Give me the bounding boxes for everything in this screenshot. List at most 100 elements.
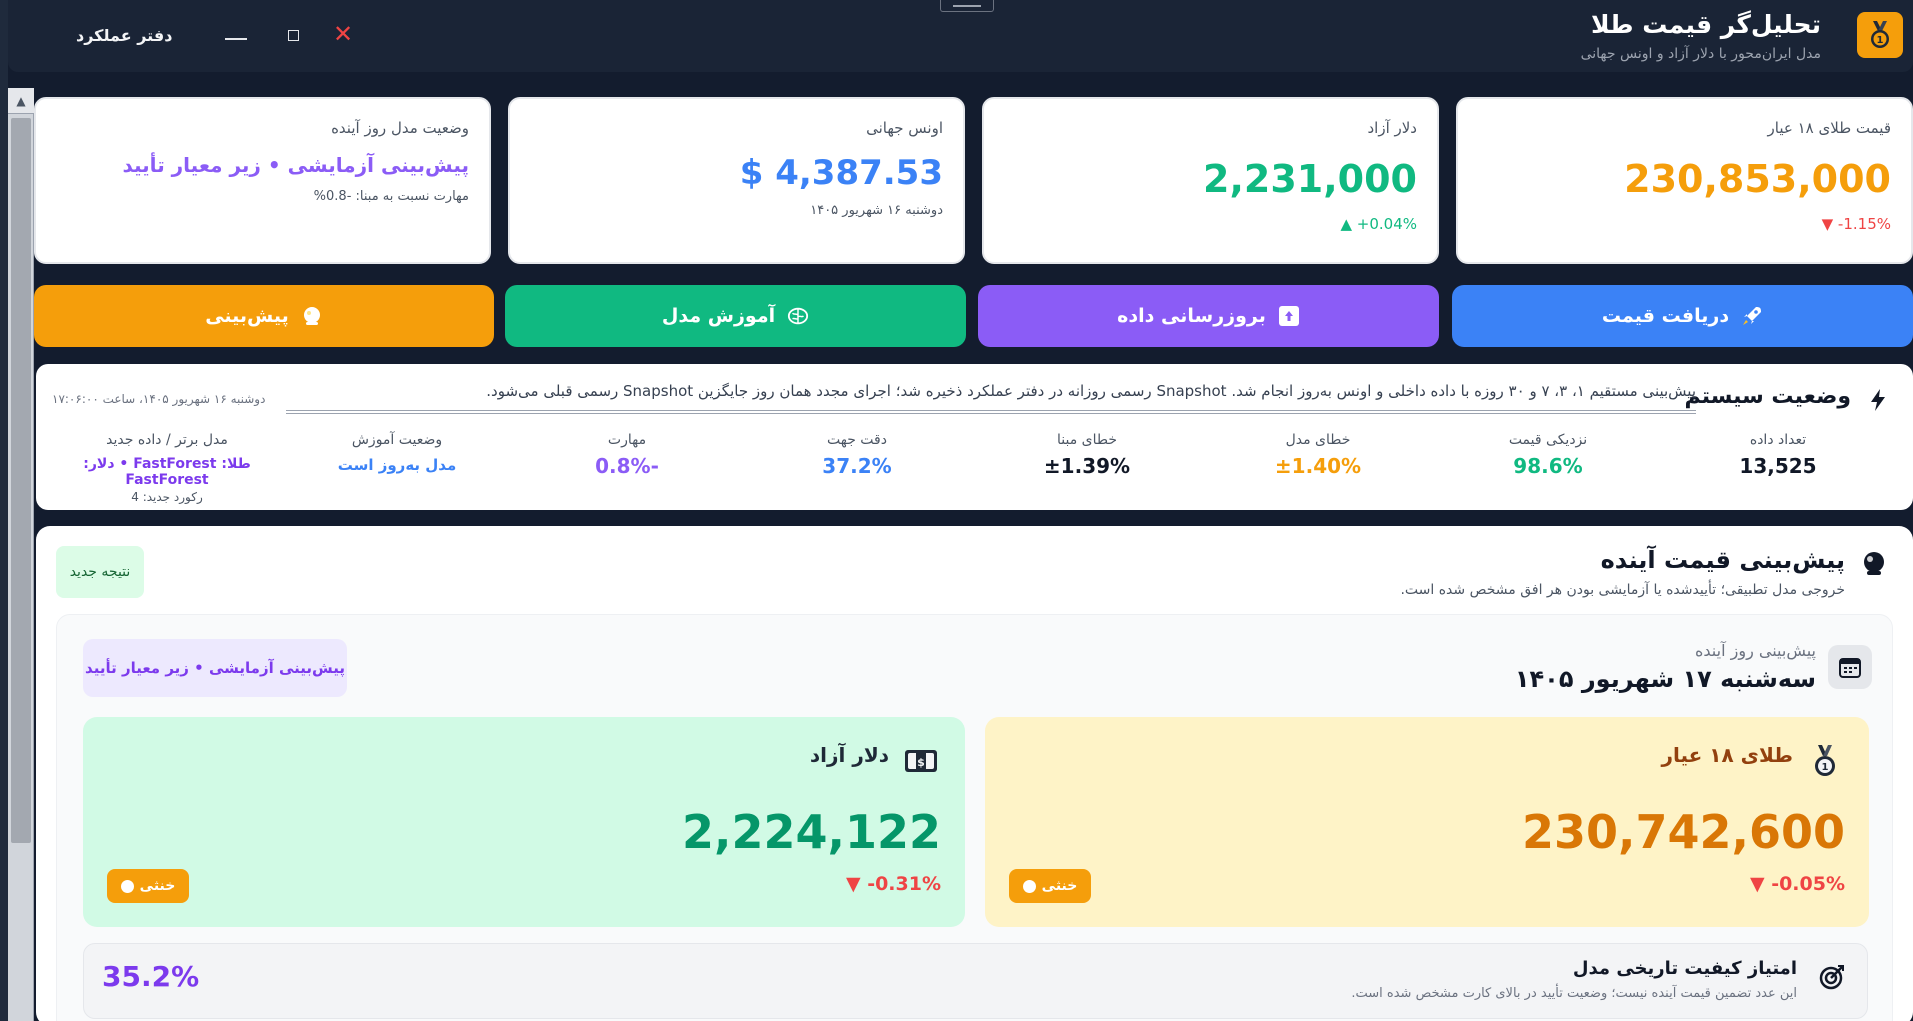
gold-price-card: قیمت طلای ۱۸ عیار 230,853,000 ▼ -1.15% xyxy=(1456,97,1913,264)
title-bar: 1 تحلیل‌گر قیمت طلا مدل ایران‌محور با دل… xyxy=(8,0,1913,72)
gold-price-label: قیمت طلای ۱۸ عیار xyxy=(1767,119,1891,137)
quality-title: امتیاز کیفیت تاریخی مدل xyxy=(1572,958,1797,979)
metric-training-status: وضعیت آموزش مدل به‌روز است xyxy=(297,432,497,474)
svg-text:1: 1 xyxy=(1877,35,1884,46)
metric-skill: مهارت -0.8% xyxy=(527,432,727,478)
quality-score-value: 35.2% xyxy=(102,960,200,993)
experimental-badge: پیش‌بینی آزمایشی • زیر معیار تأیید xyxy=(83,639,347,697)
metric-label: مهارت xyxy=(607,432,647,448)
app-subtitle: مدل ایران‌محور با دلار آزاد و اونس جهانی xyxy=(1580,46,1821,62)
predict-button[interactable]: پیش‌بینی xyxy=(34,285,494,347)
gold-prediction-value: 230,742,600 xyxy=(1521,805,1845,859)
forecast-subtitle: خروجی مدل تطبیقی؛ تأییدشده یا آزمایشی بو… xyxy=(1400,582,1845,598)
window-edge xyxy=(0,0,8,1021)
dollar-trend-badge: خنثی xyxy=(107,869,189,903)
maximize-icon[interactable] xyxy=(288,30,299,41)
new-records-count: رکورد جدید: 4 xyxy=(131,490,203,504)
app-title: تحلیل‌گر قیمت طلا xyxy=(1591,10,1821,39)
gold-medal-icon: 1 xyxy=(1857,12,1903,58)
model-skill: مهارت نسبت به مبنا: -0.8% xyxy=(313,189,469,204)
metric-baseline-error: خطای مبنا ±1.39% xyxy=(987,432,1187,478)
svg-text:$: $ xyxy=(917,756,925,769)
close-icon[interactable]: ✕ xyxy=(333,20,353,48)
next-day-label: پیش‌بینی روز آینده xyxy=(1695,641,1816,660)
metric-best-model: مدل برتر / داده جدید طلا: FastForest • د… xyxy=(47,432,287,504)
model-status-label: وضعیت مدل روز آینده xyxy=(331,119,469,137)
neutral-dot-icon xyxy=(1022,879,1036,893)
metric-value: ±1.40% xyxy=(1274,454,1362,478)
crystal-ball-icon xyxy=(1861,550,1887,580)
model-status-value: پیش‌بینی آزمایشی • زیر معیار تأیید xyxy=(122,153,469,177)
minimize-icon[interactable] xyxy=(225,38,247,40)
new-result-badge: نتیجه جدید xyxy=(56,546,144,598)
dollar-price-label: دلار آزاد xyxy=(1367,119,1417,137)
fetch-price-label: دریافت قیمت xyxy=(1601,305,1730,327)
ounce-price-date: دوشنبه ۱۶ شهریور ۱۴۰۵ xyxy=(810,203,943,218)
metric-value: 37.2% xyxy=(822,454,892,478)
metric-value: طلا: FastForest • دلار: FastForest xyxy=(83,456,251,488)
train-model-button[interactable]: آموزش مدل xyxy=(505,285,966,347)
fetch-price-button[interactable]: دریافت قیمت xyxy=(1452,285,1913,347)
metric-label: خطای مدل xyxy=(1285,432,1351,448)
ounce-price-value: $ 4,387.53 xyxy=(739,153,943,193)
dollar-price-value: 2,231,000 xyxy=(1203,157,1417,201)
metric-value: -0.8% xyxy=(595,454,659,478)
metric-label: تعداد داده xyxy=(1749,432,1807,448)
lightning-icon xyxy=(1869,388,1887,416)
metric-value: مدل به‌روز است xyxy=(337,456,457,474)
quality-description: این عدد تضمین قیمت آینده نیست؛ وضعیت تأی… xyxy=(1351,986,1797,1001)
dollar-prediction-title: دلار آزاد xyxy=(809,743,889,767)
metric-data-count: تعداد داده 13,525 xyxy=(1678,432,1878,478)
update-box-icon xyxy=(1278,305,1300,327)
gold-price-value: 230,853,000 xyxy=(1624,157,1891,201)
metric-price-closeness: نزدیکی قیمت 98.6% xyxy=(1448,432,1648,478)
model-quality-card: امتیاز کیفیت تاریخی مدل این عدد تضمین قی… xyxy=(83,943,1868,1019)
gold-prediction-card: 1 طلای ۱۸ عیار 230,742,600 ▼ -0.05% خنثی xyxy=(985,717,1869,927)
model-status-card: وضعیت مدل روز آینده پیش‌بینی آزمایشی • ز… xyxy=(34,97,491,264)
forecast-panel: پیش‌بینی قیمت آینده خروجی مدل تطبیقی؛ تأ… xyxy=(36,526,1913,1021)
predict-label: پیش‌بینی xyxy=(205,305,289,327)
metric-label: وضعیت آموزش xyxy=(351,432,443,448)
gold-trend-badge: خنثی xyxy=(1009,869,1091,903)
update-data-button[interactable]: بروزرسانی داده xyxy=(978,285,1439,347)
drag-handle-icon[interactable] xyxy=(940,0,994,12)
vertical-scrollbar[interactable]: ▲ xyxy=(8,88,34,1021)
forecast-title: پیش‌بینی قیمت آینده xyxy=(1600,546,1845,574)
metric-value: 13,525 xyxy=(1739,454,1817,478)
next-day-date: سه‌شنبه ۱۷ شهریور ۱۴۰۵ xyxy=(1514,665,1816,693)
metric-value: 98.6% xyxy=(1513,454,1583,478)
metric-model-error: خطای مدل ±1.40% xyxy=(1218,432,1418,478)
medal-icon: 1 xyxy=(1807,743,1843,779)
dollar-price-card: دلار آزاد 2,231,000 ▲ +0.04% xyxy=(982,97,1439,264)
svg-text:1: 1 xyxy=(1822,762,1829,773)
metric-label: دقت جهت xyxy=(827,432,887,448)
system-status-panel: وضعیت سیستم پیش‌بینی مستقیم ۱، ۳، ۷ و ۳۰… xyxy=(36,364,1913,510)
performance-log-button[interactable]: دفتر عملکرد xyxy=(76,26,172,45)
calendar-icon xyxy=(1828,645,1872,689)
rocket-icon xyxy=(1741,305,1763,327)
dollar-prediction-card: $ دلار آزاد 2,224,122 ▼ -0.31% خنثی xyxy=(83,717,965,927)
status-progress-line xyxy=(286,410,1696,414)
gold-price-change: ▼ -1.15% xyxy=(1821,215,1891,233)
dollar-trend-label: خنثی xyxy=(139,878,176,894)
metric-label: نزدیکی قیمت xyxy=(1508,432,1588,448)
metric-value: ±1.39% xyxy=(1043,454,1131,478)
status-timestamp: دوشنبه ۱۶ شهریور ۱۴۰۵، ساعت ۱۷:۰۶:۰۰ xyxy=(52,392,266,406)
scroll-thumb[interactable] xyxy=(11,118,31,843)
ounce-price-card: اونس جهانی $ 4,387.53 دوشنبه ۱۶ شهریور ۱… xyxy=(508,97,965,264)
metric-label: خطای مبنا xyxy=(1056,432,1118,448)
system-status-title: وضعیت سیستم xyxy=(1684,384,1851,409)
train-model-label: آموزش مدل xyxy=(661,305,776,327)
target-icon xyxy=(1819,964,1845,994)
update-data-label: بروزرسانی داده xyxy=(1117,305,1266,327)
dollar-prediction-change: ▼ -0.31% xyxy=(845,873,941,895)
crystal-ball-icon xyxy=(301,305,323,327)
dollar-price-change: ▲ +0.04% xyxy=(1340,215,1417,233)
ounce-price-label: اونس جهانی xyxy=(866,119,943,137)
scroll-up-arrow-icon[interactable]: ▲ xyxy=(8,88,34,114)
metric-label: مدل برتر / داده جدید xyxy=(106,432,228,448)
system-status-message: پیش‌بینی مستقیم ۱، ۳، ۷ و ۳۰ روزه با داد… xyxy=(486,382,1696,400)
gold-trend-label: خنثی xyxy=(1041,878,1078,894)
neutral-dot-icon xyxy=(120,879,134,893)
gold-prediction-title: طلای ۱۸ عیار xyxy=(1661,743,1793,767)
